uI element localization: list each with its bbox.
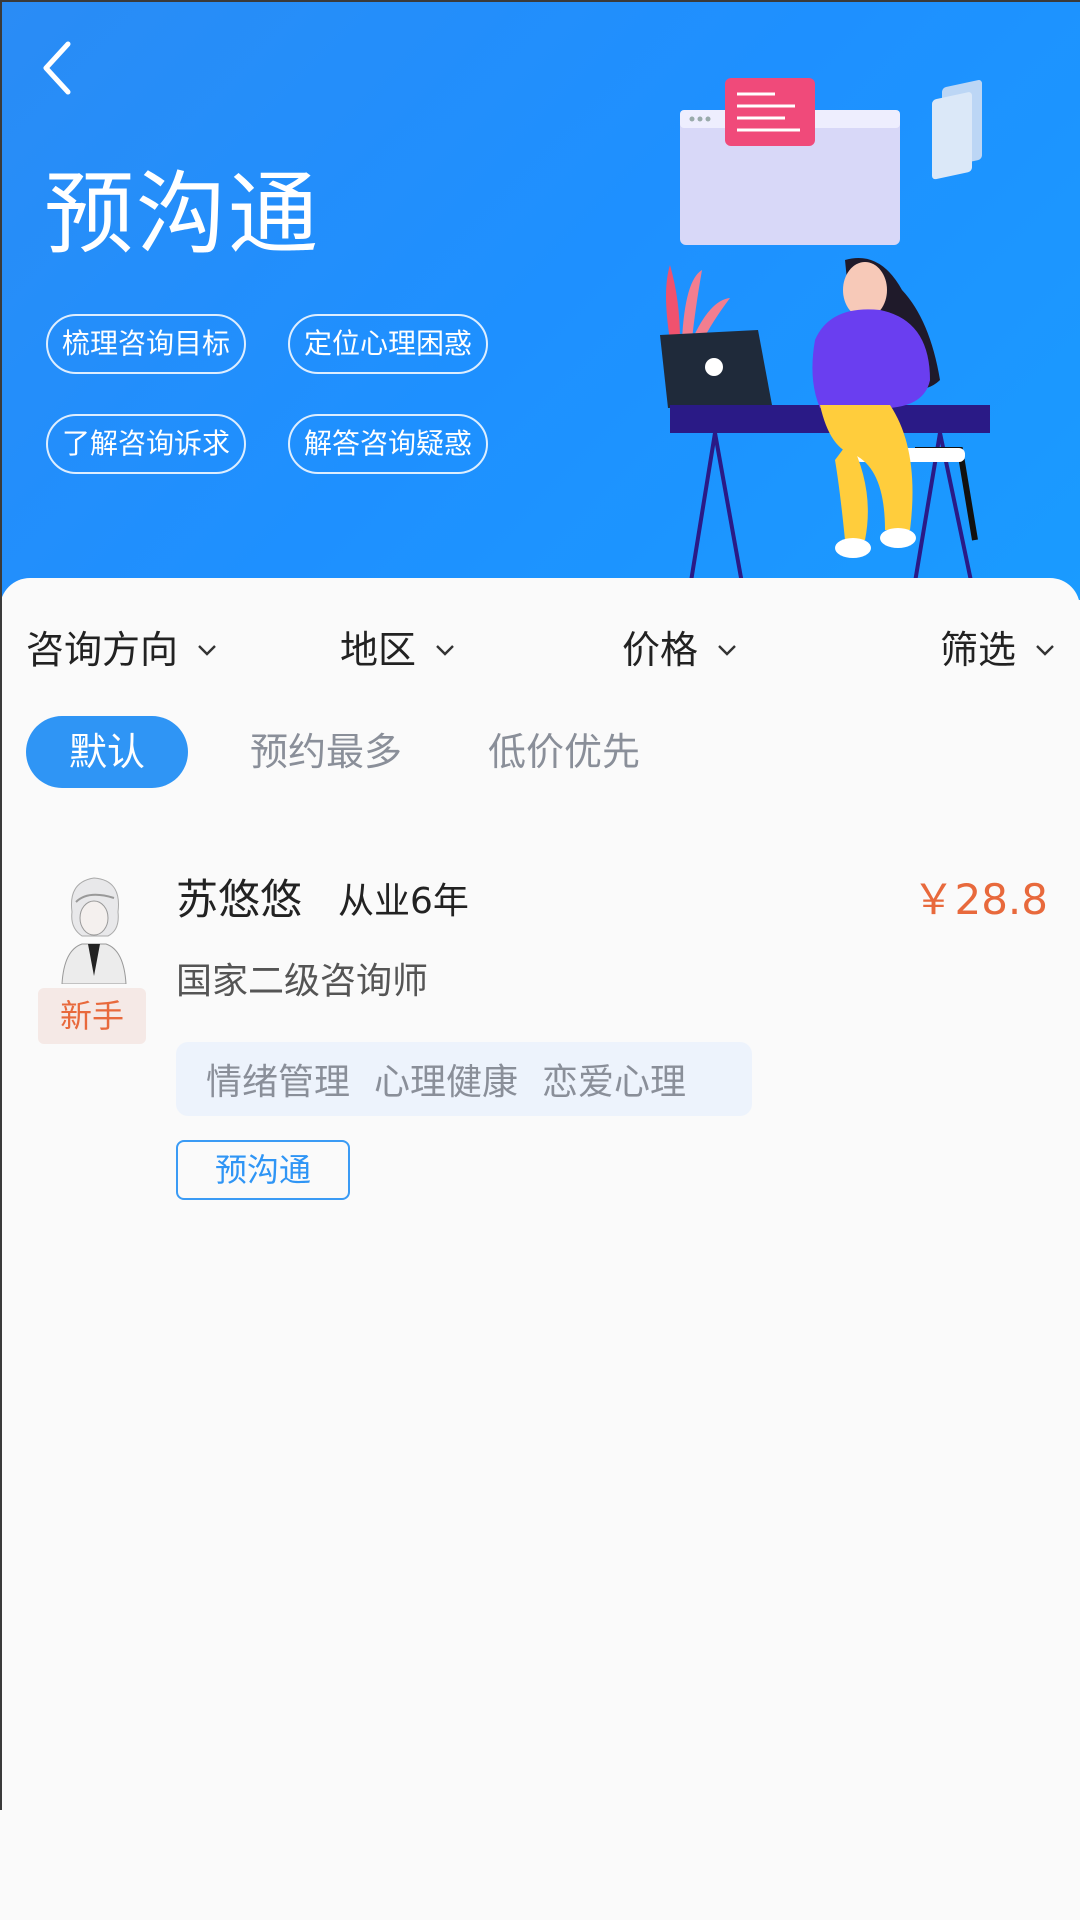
frame-top-border: [0, 0, 1080, 2]
hero-pill-answer: 解答咨询疑惑: [288, 414, 488, 474]
hero-title: 预沟通: [44, 162, 320, 267]
level-badge: 新手: [38, 988, 146, 1044]
price: ￥28.8: [912, 875, 1048, 924]
filter-screen-label: 筛选: [940, 628, 1017, 672]
consultant-illustration: [660, 78, 990, 600]
avatar[interactable]: [48, 872, 140, 984]
frame-left-border: [0, 0, 2, 1810]
hero-pill-goal: 梳理咨询目标: [46, 314, 246, 374]
tag-mental-health: 心理健康: [374, 1062, 519, 1103]
specialty-tags: 情绪管理 心理健康 恋爱心理: [176, 1042, 752, 1116]
counselor-name[interactable]: 苏悠悠: [176, 870, 302, 930]
filter-screen[interactable]: 筛选: [940, 620, 1056, 680]
screen: 预沟通 梳理咨询目标 定位心理困惑 了解咨询诉求 解答咨询疑惑 咨询方向 地区 …: [0, 0, 1080, 1920]
hero-banner: 预沟通 梳理咨询目标 定位心理困惑 了解咨询诉求 解答咨询疑惑: [0, 0, 1080, 600]
filter-direction[interactable]: 咨询方向: [26, 620, 218, 680]
tag-relationship: 恋爱心理: [542, 1062, 687, 1103]
counselor-qualification: 国家二级咨询师: [176, 961, 429, 1002]
filter-direction-label: 咨询方向: [26, 628, 179, 672]
chevron-down-icon: [436, 645, 454, 656]
tag-emotion: 情绪管理: [206, 1062, 351, 1103]
chevron-down-icon: [1036, 645, 1054, 656]
sort-tab-most-booked[interactable]: 预约最多: [250, 716, 402, 788]
pre-consult-button[interactable]: 预沟通: [176, 1140, 350, 1200]
sort-tab-lowest-price[interactable]: 低价优先: [488, 716, 640, 788]
hero-pill-demand: 了解咨询诉求: [46, 414, 246, 474]
chevron-down-icon: [718, 645, 736, 656]
filter-price-label: 价格: [622, 628, 699, 672]
experience-years: 从业6年: [338, 881, 469, 922]
sort-tab-default[interactable]: 默认: [26, 716, 188, 788]
filter-region-label: 地区: [340, 628, 417, 672]
back-arrow-icon[interactable]: [38, 38, 78, 98]
hero-pill-confusion: 定位心理困惑: [288, 314, 488, 374]
chevron-down-icon: [198, 645, 216, 656]
filter-price[interactable]: 价格: [622, 620, 738, 680]
filter-region[interactable]: 地区: [340, 620, 456, 680]
